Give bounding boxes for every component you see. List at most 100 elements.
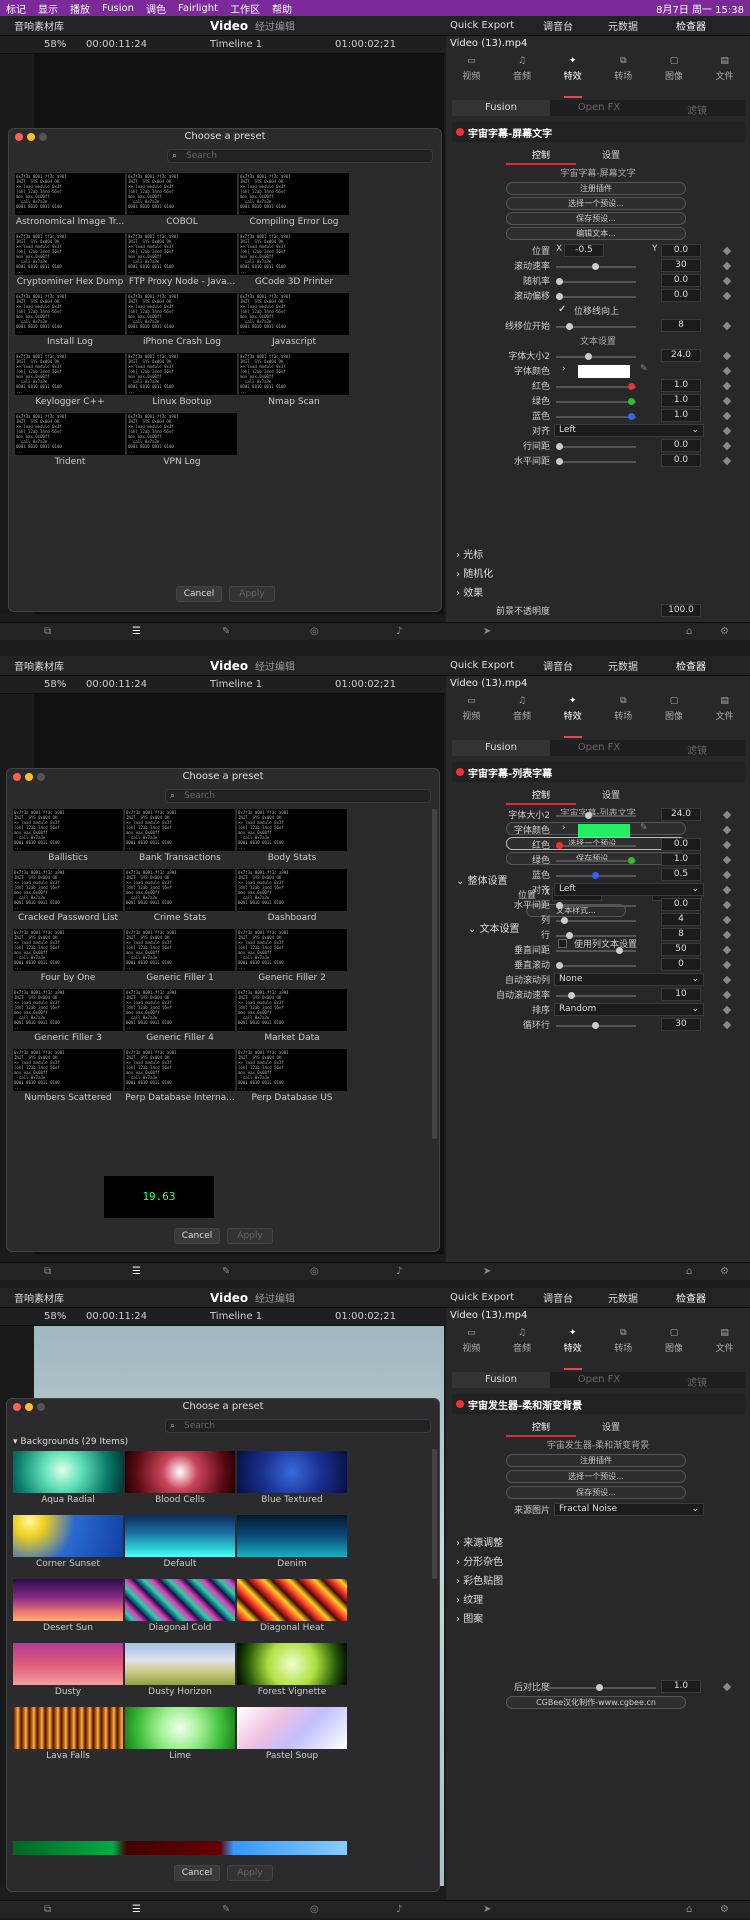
slider-handle[interactable]	[628, 383, 635, 390]
preset-thumbnail[interactable]: 0x7f3a 0001 ff3c a901 INIT SYS 0x004 OK …	[239, 173, 349, 215]
preset-thumbnail[interactable]: 0x7f3a 0001 ff3c a901 INIT SYS 0x004 OK …	[15, 353, 125, 395]
row-value[interactable]: 100.0	[661, 604, 701, 617]
row-value[interactable]: 50	[661, 943, 701, 956]
param-slider[interactable]	[556, 353, 636, 360]
row-value[interactable]: 0.0	[661, 274, 701, 287]
checkbox[interactable]: ✓	[558, 304, 566, 315]
param-slider[interactable]	[556, 857, 636, 864]
mixer-button[interactable]: 调音台	[543, 18, 573, 33]
row-value[interactable]: 8	[661, 928, 701, 941]
preset-thumbnail[interactable]: 0x7f3a 0001 ff3c a901 INIT SYS 0x004 OK …	[127, 353, 237, 395]
dialog-scrollbar[interactable]	[432, 1449, 437, 1579]
row-value[interactable]: 1.0	[661, 379, 701, 392]
tab-transition[interactable]: ⧉ 转场	[614, 56, 632, 98]
apply-button[interactable]: Apply	[227, 1865, 273, 1881]
collapsed-group[interactable]: › 来源调整	[456, 1534, 503, 1549]
tab-transition[interactable]: ⧉ 转场	[614, 696, 632, 738]
preset-item[interactable]: 0x7f3a 0001 ff3c a901 INIT SYS 0x004 OK …	[127, 353, 237, 409]
preset-thumbnail[interactable]	[13, 1515, 123, 1557]
tab-effects[interactable]: ✦ 特效	[563, 1328, 582, 1370]
search-input[interactable]: ⌕ Search	[167, 149, 433, 163]
preset-item[interactable]: Forest Vignette	[237, 1643, 347, 1699]
eyedropper-icon[interactable]: ✎	[640, 823, 648, 833]
preset-thumbnail[interactable]: 0x7f3a 0001 ff3c a901 INIT SYS 0x004 OK …	[125, 809, 235, 851]
keyframe-diamond-icon[interactable]	[722, 411, 732, 421]
preset-item[interactable]: Denim	[237, 1515, 347, 1571]
preset-item[interactable]: Lava Falls	[13, 1707, 123, 1763]
fairlight-page-icon[interactable]: ♪	[396, 626, 402, 637]
preset-thumbnail[interactable]: 0x7f3a 0001 ff3c a901 INIT SYS 0x004 OK …	[15, 173, 125, 215]
slider-handle[interactable]	[556, 842, 563, 849]
dialog-scrollbar[interactable]	[432, 809, 437, 1139]
slider-handle[interactable]	[596, 1684, 603, 1691]
preset-item[interactable]: 0x7f3a 0001 ff3c a901 INIT SYS 0x004 OK …	[13, 809, 123, 865]
inspector-button[interactable]: 检查器	[676, 18, 706, 33]
tab-image[interactable]: ▢ 图像	[665, 56, 683, 98]
preset-item[interactable]: Corner Sunset	[13, 1515, 123, 1571]
tab-effects[interactable]: ✦ 特效	[563, 56, 582, 98]
preset-thumbnail[interactable]: 0x7f3a 0001 ff3c a901 INIT SYS 0x004 OK …	[125, 989, 235, 1031]
preset-item[interactable]: Lime	[125, 1707, 235, 1763]
cancel-button[interactable]: Cancel	[174, 1228, 220, 1244]
param-slider[interactable]	[556, 293, 636, 300]
tab-video[interactable]: ▭ 视频	[462, 1328, 480, 1370]
preset-item[interactable]: 0x7f3a 0001 ff3c a901 INIT SYS 0x004 OK …	[15, 353, 125, 409]
apply-button[interactable]: Apply	[229, 586, 275, 602]
tab-image[interactable]: ▢ 图像	[665, 696, 683, 738]
preset-item[interactable]: 0x7f3a 0001 ff3c a901 INIT SYS 0x004 OK …	[239, 233, 349, 289]
subtab-fusion[interactable]: Fusion	[452, 740, 550, 756]
subtab-filter[interactable]: 滤镜	[648, 740, 746, 757]
keyframe-diamond-icon[interactable]	[722, 855, 732, 865]
keyframe-diamond-icon[interactable]	[722, 426, 732, 436]
sound-library-label[interactable]: 音响素材库	[14, 1290, 64, 1305]
row-value[interactable]: 0	[661, 958, 701, 971]
timeline-select[interactable]: Timeline 1	[210, 679, 262, 690]
preset-thumbnail[interactable]: 0x7f3a 0001 ff3c a901 INIT SYS 0x004 OK …	[237, 989, 347, 1031]
preset-thumbnail[interactable]	[237, 1707, 347, 1749]
preset-item[interactable]: 0x7f3a 0001 ff3c a901 INIT SYS 0x004 OK …	[237, 1049, 347, 1105]
slider-handle[interactable]	[568, 992, 575, 999]
subtab-fusion[interactable]: Fusion	[452, 100, 550, 116]
param-slider[interactable]	[556, 278, 636, 285]
preset-item[interactable]: 0x7f3a 0001 ff3c a901 INIT SYS 0x004 OK …	[237, 929, 347, 985]
color-page-icon[interactable]: ◎	[310, 626, 319, 637]
slider-handle[interactable]	[628, 413, 635, 420]
preset-item[interactable]: 0x7f3a 0001 ff3c a901 INIT SYS 0x004 OK …	[125, 1049, 235, 1105]
keyframe-diamond-icon[interactable]	[722, 1020, 732, 1030]
tab-control[interactable]: 控制	[506, 1418, 576, 1437]
preset-item[interactable]: Blue Textured	[237, 1451, 347, 1507]
slider-handle[interactable]	[556, 443, 563, 450]
preset-item[interactable]: 0x7f3a 0001 ff3c a901 INIT SYS 0x004 OK …	[15, 173, 125, 229]
preset-thumbnail[interactable]: 0x7f3a 0001 ff3c a901 INIT SYS 0x004 OK …	[15, 233, 125, 275]
preset-thumbnail-partial[interactable]: 19.63	[104, 1176, 214, 1218]
param-slider[interactable]	[556, 917, 636, 924]
preset-thumbnail[interactable]: 0x7f3a 0001 ff3c a901 INIT SYS 0x004 OK …	[127, 233, 237, 275]
preset-thumbnail[interactable]: 0x7f3a 0001 ff3c a901 INIT SYS 0x004 OK …	[125, 929, 235, 971]
enable-dot-icon[interactable]	[456, 768, 464, 776]
param-slider[interactable]	[556, 842, 636, 849]
tab-control[interactable]: 控制	[506, 146, 576, 165]
preset-thumbnail[interactable]	[13, 1579, 123, 1621]
preset-thumbnail[interactable]: 0x7f3a 0001 ff3c a901 INIT SYS 0x004 OK …	[237, 869, 347, 911]
menu-item[interactable]: 帮助	[272, 1, 292, 16]
preset-thumbnail[interactable]: 0x7f3a 0001 ff3c a901 INIT SYS 0x004 OK …	[13, 929, 123, 971]
fusion-page-icon[interactable]: ✎	[222, 1904, 230, 1915]
menu-item[interactable]: Fusion	[102, 3, 134, 14]
param-select[interactable]: Random ⌄	[554, 1003, 704, 1016]
preset-item[interactable]: 0x7f3a 0001 ff3c a901 INIT SYS 0x004 OK …	[125, 929, 235, 985]
param-select[interactable]: Left ⌄	[554, 424, 704, 437]
preset-item[interactable]: Diagonal Heat	[237, 1579, 347, 1635]
tab-video[interactable]: ▭ 视频	[462, 696, 480, 738]
keyframe-diamond-icon[interactable]	[722, 321, 732, 331]
preset-item[interactable]: 0x7f3a 0001 ff3c a901 INIT SYS 0x004 OK …	[125, 809, 235, 865]
preset-thumbnail[interactable]: 0x7f3a 0001 ff3c a901 INIT SYS 0x004 OK …	[125, 869, 235, 911]
preset-thumbnail[interactable]: 0x7f3a 0001 ff3c a901 INIT SYS 0x004 OK …	[13, 869, 123, 911]
preset-thumbnail[interactable]: 0x7f3a 0001 ff3c a901 INIT SYS 0x004 OK …	[127, 293, 237, 335]
slider-handle[interactable]	[628, 398, 635, 405]
zoom-level[interactable]: 58%	[44, 1311, 66, 1322]
subtab-openfx[interactable]: Open FX	[550, 1372, 648, 1388]
slider-handle[interactable]	[592, 1022, 599, 1029]
color-swatch[interactable]	[578, 365, 630, 378]
collapsed-group[interactable]: › 光标	[456, 546, 483, 561]
slider-handle[interactable]	[565, 932, 573, 939]
